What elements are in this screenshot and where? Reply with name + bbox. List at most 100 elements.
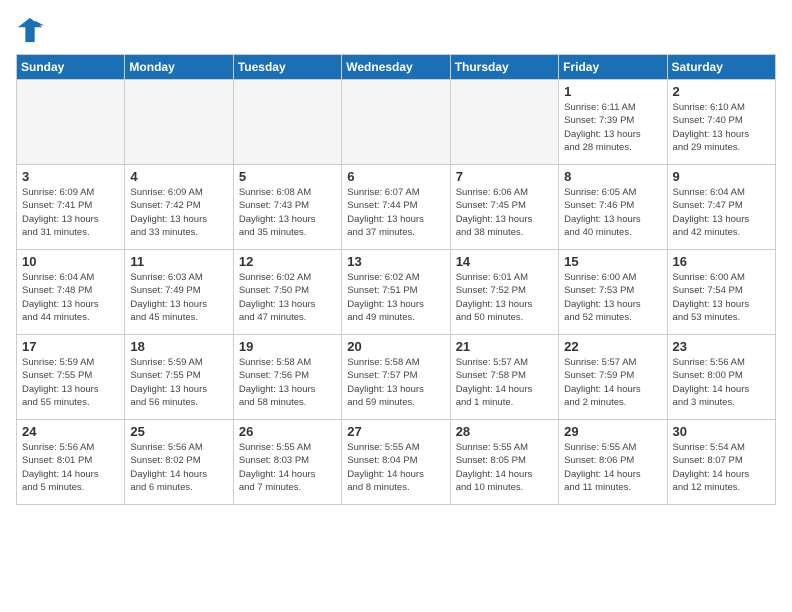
day-number: 12 [239,254,336,269]
day-info: Sunrise: 6:11 AM Sunset: 7:39 PM Dayligh… [564,101,661,154]
day-info: Sunrise: 6:02 AM Sunset: 7:50 PM Dayligh… [239,271,336,324]
day-number: 9 [673,169,770,184]
calendar-cell: 27 Sunrise: 5:55 AM Sunset: 8:04 PM Dayli… [342,420,450,505]
day-info: Sunrise: 6:10 AM Sunset: 7:40 PM Dayligh… [673,101,770,154]
day-info: Sunrise: 6:09 AM Sunset: 7:41 PM Dayligh… [22,186,119,239]
calendar-cell: 3 Sunrise: 6:09 AM Sunset: 7:41 PM Daylig… [17,165,125,250]
calendar-cell: 14 Sunrise: 6:01 AM Sunset: 7:52 PM Dayli… [450,250,558,335]
day-info: Sunrise: 6:00 AM Sunset: 7:53 PM Dayligh… [564,271,661,324]
calendar-cell: 25 Sunrise: 5:56 AM Sunset: 8:02 PM Dayli… [125,420,233,505]
day-number: 8 [564,169,661,184]
day-info: Sunrise: 5:59 AM Sunset: 7:55 PM Dayligh… [130,356,227,409]
calendar-cell: 22 Sunrise: 5:57 AM Sunset: 7:59 PM Dayli… [559,335,667,420]
day-number: 13 [347,254,444,269]
day-info: Sunrise: 5:58 AM Sunset: 7:56 PM Dayligh… [239,356,336,409]
day-info: Sunrise: 6:06 AM Sunset: 7:45 PM Dayligh… [456,186,553,239]
day-number: 26 [239,424,336,439]
calendar-cell: 18 Sunrise: 5:59 AM Sunset: 7:55 PM Dayli… [125,335,233,420]
day-number: 20 [347,339,444,354]
logo-icon [16,16,44,44]
day-number: 23 [673,339,770,354]
calendar-cell: 5 Sunrise: 6:08 AM Sunset: 7:43 PM Daylig… [233,165,341,250]
day-info: Sunrise: 6:04 AM Sunset: 7:48 PM Dayligh… [22,271,119,324]
day-info: Sunrise: 5:57 AM Sunset: 7:58 PM Dayligh… [456,356,553,409]
day-info: Sunrise: 6:00 AM Sunset: 7:54 PM Dayligh… [673,271,770,324]
day-info: Sunrise: 6:01 AM Sunset: 7:52 PM Dayligh… [456,271,553,324]
day-number: 22 [564,339,661,354]
col-header-monday: Monday [125,55,233,80]
calendar-cell: 11Sunrise: 6:03 AM Sunset: 7:49 PM Dayli… [125,250,233,335]
day-info: Sunrise: 6:08 AM Sunset: 7:43 PM Dayligh… [239,186,336,239]
day-number: 21 [456,339,553,354]
col-header-saturday: Saturday [667,55,775,80]
day-info: Sunrise: 6:09 AM Sunset: 7:42 PM Dayligh… [130,186,227,239]
calendar-cell: 7 Sunrise: 6:06 AM Sunset: 7:45 PM Daylig… [450,165,558,250]
day-number: 4 [130,169,227,184]
col-header-thursday: Thursday [450,55,558,80]
calendar-cell: 12 Sunrise: 6:02 AM Sunset: 7:50 PM Dayli… [233,250,341,335]
page-header [16,16,776,44]
calendar-cell: 20 Sunrise: 5:58 AM Sunset: 7:57 PM Dayli… [342,335,450,420]
day-info: Sunrise: 5:55 AM Sunset: 8:05 PM Dayligh… [456,441,553,494]
day-info: Sunrise: 5:58 AM Sunset: 7:57 PM Dayligh… [347,356,444,409]
calendar-cell: 17 Sunrise: 5:59 AM Sunset: 7:55 PM Dayli… [17,335,125,420]
day-number: 16 [673,254,770,269]
col-header-tuesday: Tuesday [233,55,341,80]
calendar-cell [450,80,558,165]
calendar-cell [125,80,233,165]
day-number: 11 [130,254,227,269]
day-info: Sunrise: 5:56 AM Sunset: 8:02 PM Dayligh… [130,441,227,494]
day-info: Sunrise: 5:55 AM Sunset: 8:04 PM Dayligh… [347,441,444,494]
calendar-cell: 30 Sunrise: 5:54 AM Sunset: 8:07 PM Dayli… [667,420,775,505]
col-header-sunday: Sunday [17,55,125,80]
calendar-cell [233,80,341,165]
day-info: Sunrise: 6:02 AM Sunset: 7:51 PM Dayligh… [347,271,444,324]
calendar-cell: 8 Sunrise: 6:05 AM Sunset: 7:46 PM Daylig… [559,165,667,250]
day-number: 18 [130,339,227,354]
calendar-cell: 6 Sunrise: 6:07 AM Sunset: 7:44 PM Daylig… [342,165,450,250]
calendar-cell: 21 Sunrise: 5:57 AM Sunset: 7:58 PM Dayli… [450,335,558,420]
calendar-cell: 1 Sunrise: 6:11 AM Sunset: 7:39 PM Daylig… [559,80,667,165]
calendar-cell [17,80,125,165]
day-number: 15 [564,254,661,269]
day-number: 24 [22,424,119,439]
day-number: 27 [347,424,444,439]
day-number: 30 [673,424,770,439]
calendar-cell: 9 Sunrise: 6:04 AM Sunset: 7:47 PM Daylig… [667,165,775,250]
day-info: Sunrise: 5:59 AM Sunset: 7:55 PM Dayligh… [22,356,119,409]
calendar-cell [342,80,450,165]
calendar-cell: 13 Sunrise: 6:02 AM Sunset: 7:51 PM Dayli… [342,250,450,335]
day-info: Sunrise: 5:55 AM Sunset: 8:03 PM Dayligh… [239,441,336,494]
day-number: 19 [239,339,336,354]
day-info: Sunrise: 5:54 AM Sunset: 8:07 PM Dayligh… [673,441,770,494]
calendar-cell: 4 Sunrise: 6:09 AM Sunset: 7:42 PM Daylig… [125,165,233,250]
day-info: Sunrise: 6:07 AM Sunset: 7:44 PM Dayligh… [347,186,444,239]
day-info: Sunrise: 5:57 AM Sunset: 7:59 PM Dayligh… [564,356,661,409]
col-header-wednesday: Wednesday [342,55,450,80]
calendar-cell: 26 Sunrise: 5:55 AM Sunset: 8:03 PM Dayli… [233,420,341,505]
day-number: 29 [564,424,661,439]
calendar-cell: 28Sunrise: 5:55 AM Sunset: 8:05 PM Dayli… [450,420,558,505]
calendar-cell: 24 Sunrise: 5:56 AM Sunset: 8:01 PM Dayli… [17,420,125,505]
day-number: 7 [456,169,553,184]
day-number: 6 [347,169,444,184]
calendar-cell: 16 Sunrise: 6:00 AM Sunset: 7:54 PM Dayli… [667,250,775,335]
day-number: 2 [673,84,770,99]
day-number: 14 [456,254,553,269]
day-number: 1 [564,84,661,99]
day-number: 3 [22,169,119,184]
day-number: 25 [130,424,227,439]
calendar-cell: 15 Sunrise: 6:00 AM Sunset: 7:53 PM Dayli… [559,250,667,335]
day-number: 5 [239,169,336,184]
calendar-cell: 19 Sunrise: 5:58 AM Sunset: 7:56 PM Dayli… [233,335,341,420]
day-info: Sunrise: 5:56 AM Sunset: 8:00 PM Dayligh… [673,356,770,409]
calendar-cell: 10 Sunrise: 6:04 AM Sunset: 7:48 PM Dayli… [17,250,125,335]
day-number: 17 [22,339,119,354]
logo [16,16,48,44]
day-number: 10 [22,254,119,269]
day-info: Sunrise: 5:56 AM Sunset: 8:01 PM Dayligh… [22,441,119,494]
day-info: Sunrise: 6:04 AM Sunset: 7:47 PM Dayligh… [673,186,770,239]
calendar-cell: 29Sunrise: 5:55 AM Sunset: 8:06 PM Dayli… [559,420,667,505]
day-info: Sunrise: 6:05 AM Sunset: 7:46 PM Dayligh… [564,186,661,239]
calendar-cell: 2 Sunrise: 6:10 AM Sunset: 7:40 PM Daylig… [667,80,775,165]
